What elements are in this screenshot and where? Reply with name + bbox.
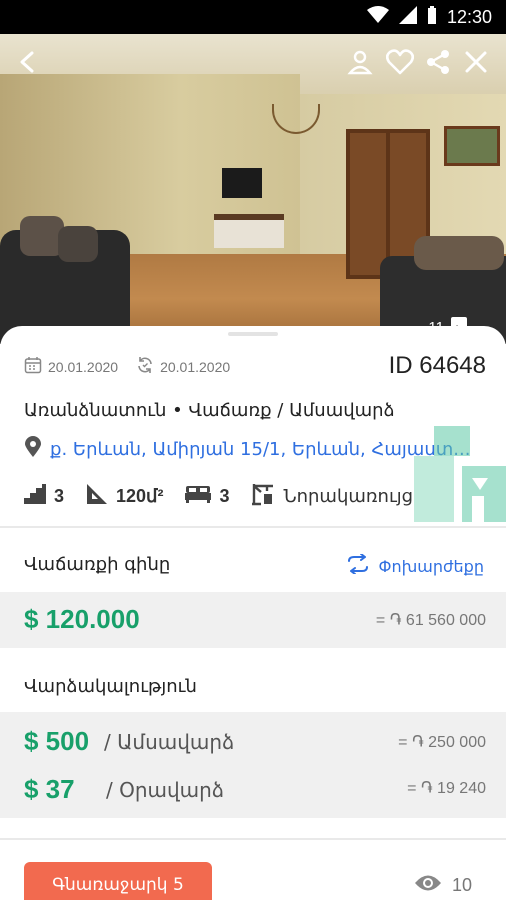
crane-icon	[251, 482, 275, 511]
listing-details-sheet: 20.01.2020 20.01.2020 ID 64648 Առանձնատո…	[0, 326, 506, 900]
updated-date-text: 20.01.2020	[160, 358, 231, 375]
status-bar: 12:30	[0, 0, 506, 34]
close-button[interactable]	[456, 44, 496, 84]
photo-tv-stand	[214, 214, 284, 248]
person-pin-icon	[347, 49, 373, 79]
rent-daily-amd: = ֏ 19 240	[407, 780, 486, 797]
photo-wall-painting	[444, 126, 500, 166]
views-count: 10	[451, 875, 472, 895]
price-offer-button[interactable]: Գնառաջարկ 5	[24, 862, 212, 900]
wifi-icon	[366, 6, 389, 28]
listing-dates: 20.01.2020 20.01.2020	[24, 356, 248, 377]
arrow-back-icon	[16, 50, 40, 78]
swap-arrows-icon	[347, 553, 369, 578]
favorite-button[interactable]	[380, 44, 420, 84]
rent-daily-unit: / Օրավարձ	[106, 778, 224, 802]
brand-watermark-logo	[414, 426, 506, 522]
currency-convert-label: Փոխարժեքը	[378, 556, 485, 576]
views-counter: 10	[414, 874, 472, 897]
share-button[interactable]	[418, 44, 458, 84]
calendar-icon	[24, 356, 42, 377]
address-text: ք. Երևան, Ամիրյան 15/1, Երևան, Հայաստ...	[50, 439, 471, 460]
rent-daily-usd: $ 37	[24, 774, 75, 804]
updated-date: 20.01.2020	[136, 356, 230, 377]
feature-building-type: Նորակառույց	[251, 482, 413, 511]
photo-tv	[222, 168, 262, 198]
rent-monthly-amd: = ֏ 250 000	[398, 734, 486, 751]
feature-bedrooms: 3	[185, 485, 229, 508]
eye-icon	[414, 874, 442, 897]
rent-monthly-unit: / Ամսավարձ	[104, 730, 235, 754]
floors-value: 3	[54, 486, 65, 506]
listing-photo[interactable]: 11	[0, 34, 506, 344]
close-icon	[464, 50, 488, 78]
section-divider	[0, 526, 506, 528]
building-type-value: Նորակառույց	[283, 486, 414, 507]
heart-icon	[385, 49, 415, 79]
listing-address[interactable]: ք. Երևան, Ամիրյան 15/1, Երևան, Հայաստ...	[24, 436, 474, 463]
rent-title: Վարձակալություն	[24, 676, 197, 697]
location-pin-icon	[24, 436, 42, 463]
stairs-icon	[24, 484, 46, 509]
share-icon	[425, 49, 451, 79]
battery-icon	[427, 6, 437, 28]
rent-monthly-usd: $ 500	[24, 726, 90, 756]
refresh-icon	[136, 356, 154, 377]
listing-features: 3 120մ² 3 Նորակառույց	[24, 482, 423, 511]
sheet-drag-handle[interactable]	[228, 332, 278, 336]
currency-convert-button[interactable]: Փոխարժեքը	[347, 553, 485, 578]
area-icon	[86, 483, 108, 510]
listing-id: ID 64648	[388, 352, 486, 379]
signal-icon	[398, 6, 417, 28]
created-date-text: 20.01.2020	[48, 358, 119, 375]
created-date: 20.01.2020	[24, 356, 118, 377]
feature-area: 120մ²	[86, 483, 163, 510]
area-value: 120մ²	[116, 486, 164, 506]
section-divider	[0, 838, 506, 840]
bed-icon	[185, 485, 212, 508]
sale-price-usd: $ 120.000	[24, 604, 140, 634]
agent-button[interactable]	[340, 44, 380, 84]
status-time: 12:30	[446, 6, 492, 27]
back-button[interactable]	[8, 44, 48, 84]
sale-price-title: Վաճառքի գինը	[24, 554, 171, 575]
sale-price-amd: = ֏ 61 560 000	[375, 612, 486, 629]
feature-floors: 3	[24, 484, 64, 509]
bedrooms-value: 3	[219, 486, 230, 506]
listing-title: Առանձնատուն • Վաճառք / Ամսավարձ	[24, 400, 395, 421]
